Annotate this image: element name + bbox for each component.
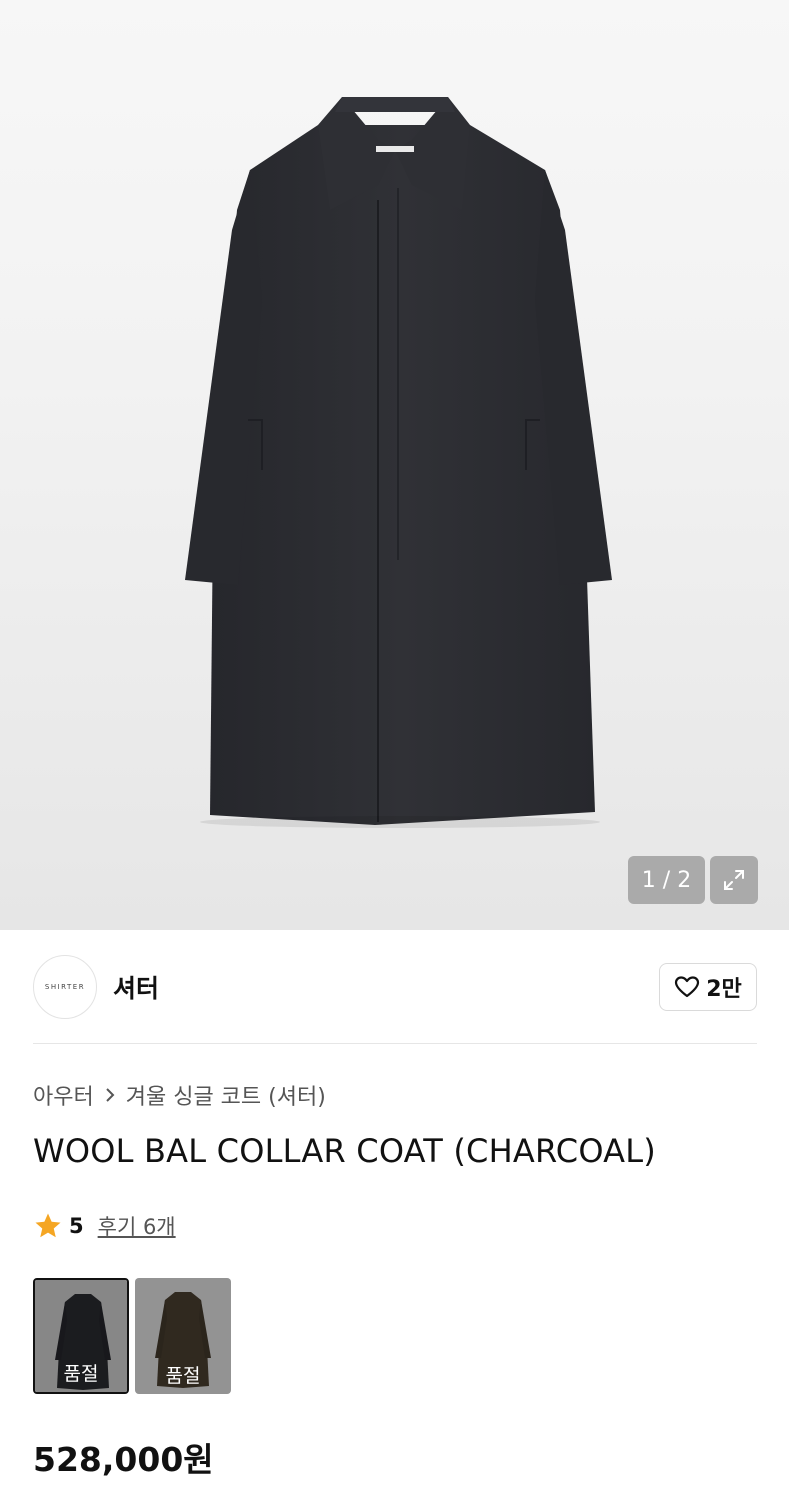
brand-row: SHIRTER 셔터 2만 <box>33 955 757 1019</box>
breadcrumb-subcategory[interactable]: 겨울 싱글 코트 (셔터) <box>126 1079 326 1111</box>
product-title: WOOL BAL COLLAR COAT (CHARCOAL) <box>33 1132 656 1170</box>
swatch-brown[interactable]: 품절 <box>135 1278 231 1394</box>
chevron-right-icon <box>104 1087 116 1103</box>
expand-button[interactable] <box>710 856 758 904</box>
like-button[interactable]: 2만 <box>659 963 757 1011</box>
rating-score: 5 <box>69 1214 84 1238</box>
divider <box>33 1043 757 1044</box>
swatch-charcoal[interactable]: 품절 <box>33 1278 129 1394</box>
product-image <box>185 97 612 828</box>
product-image-gallery[interactable]: 1 / 2 <box>0 0 789 930</box>
image-counter-text: 1 / 2 <box>641 867 692 893</box>
soldout-label: 품절 <box>165 1365 201 1387</box>
image-counter: 1 / 2 <box>628 856 705 904</box>
brand-name[interactable]: 셔터 <box>113 969 159 1005</box>
like-count: 2만 <box>706 977 742 1002</box>
product-price: 528,000원 <box>33 1440 214 1479</box>
rating-row: 5 후기 6개 <box>33 1211 176 1241</box>
star-icon <box>35 1213 61 1238</box>
color-swatches: 품절 품절 <box>33 1278 231 1394</box>
breadcrumb-category[interactable]: 아우터 <box>33 1079 94 1111</box>
reviews-link[interactable]: 후기 6개 <box>98 1211 176 1241</box>
brand-logo[interactable]: SHIRTER <box>33 955 97 1019</box>
brand-logo-text: SHIRTER <box>44 983 86 991</box>
heart-icon <box>675 976 700 998</box>
expand-icon <box>724 870 744 890</box>
breadcrumb: 아우터 겨울 싱글 코트 (셔터) <box>33 1079 326 1111</box>
soldout-label: 품절 <box>63 1363 99 1385</box>
